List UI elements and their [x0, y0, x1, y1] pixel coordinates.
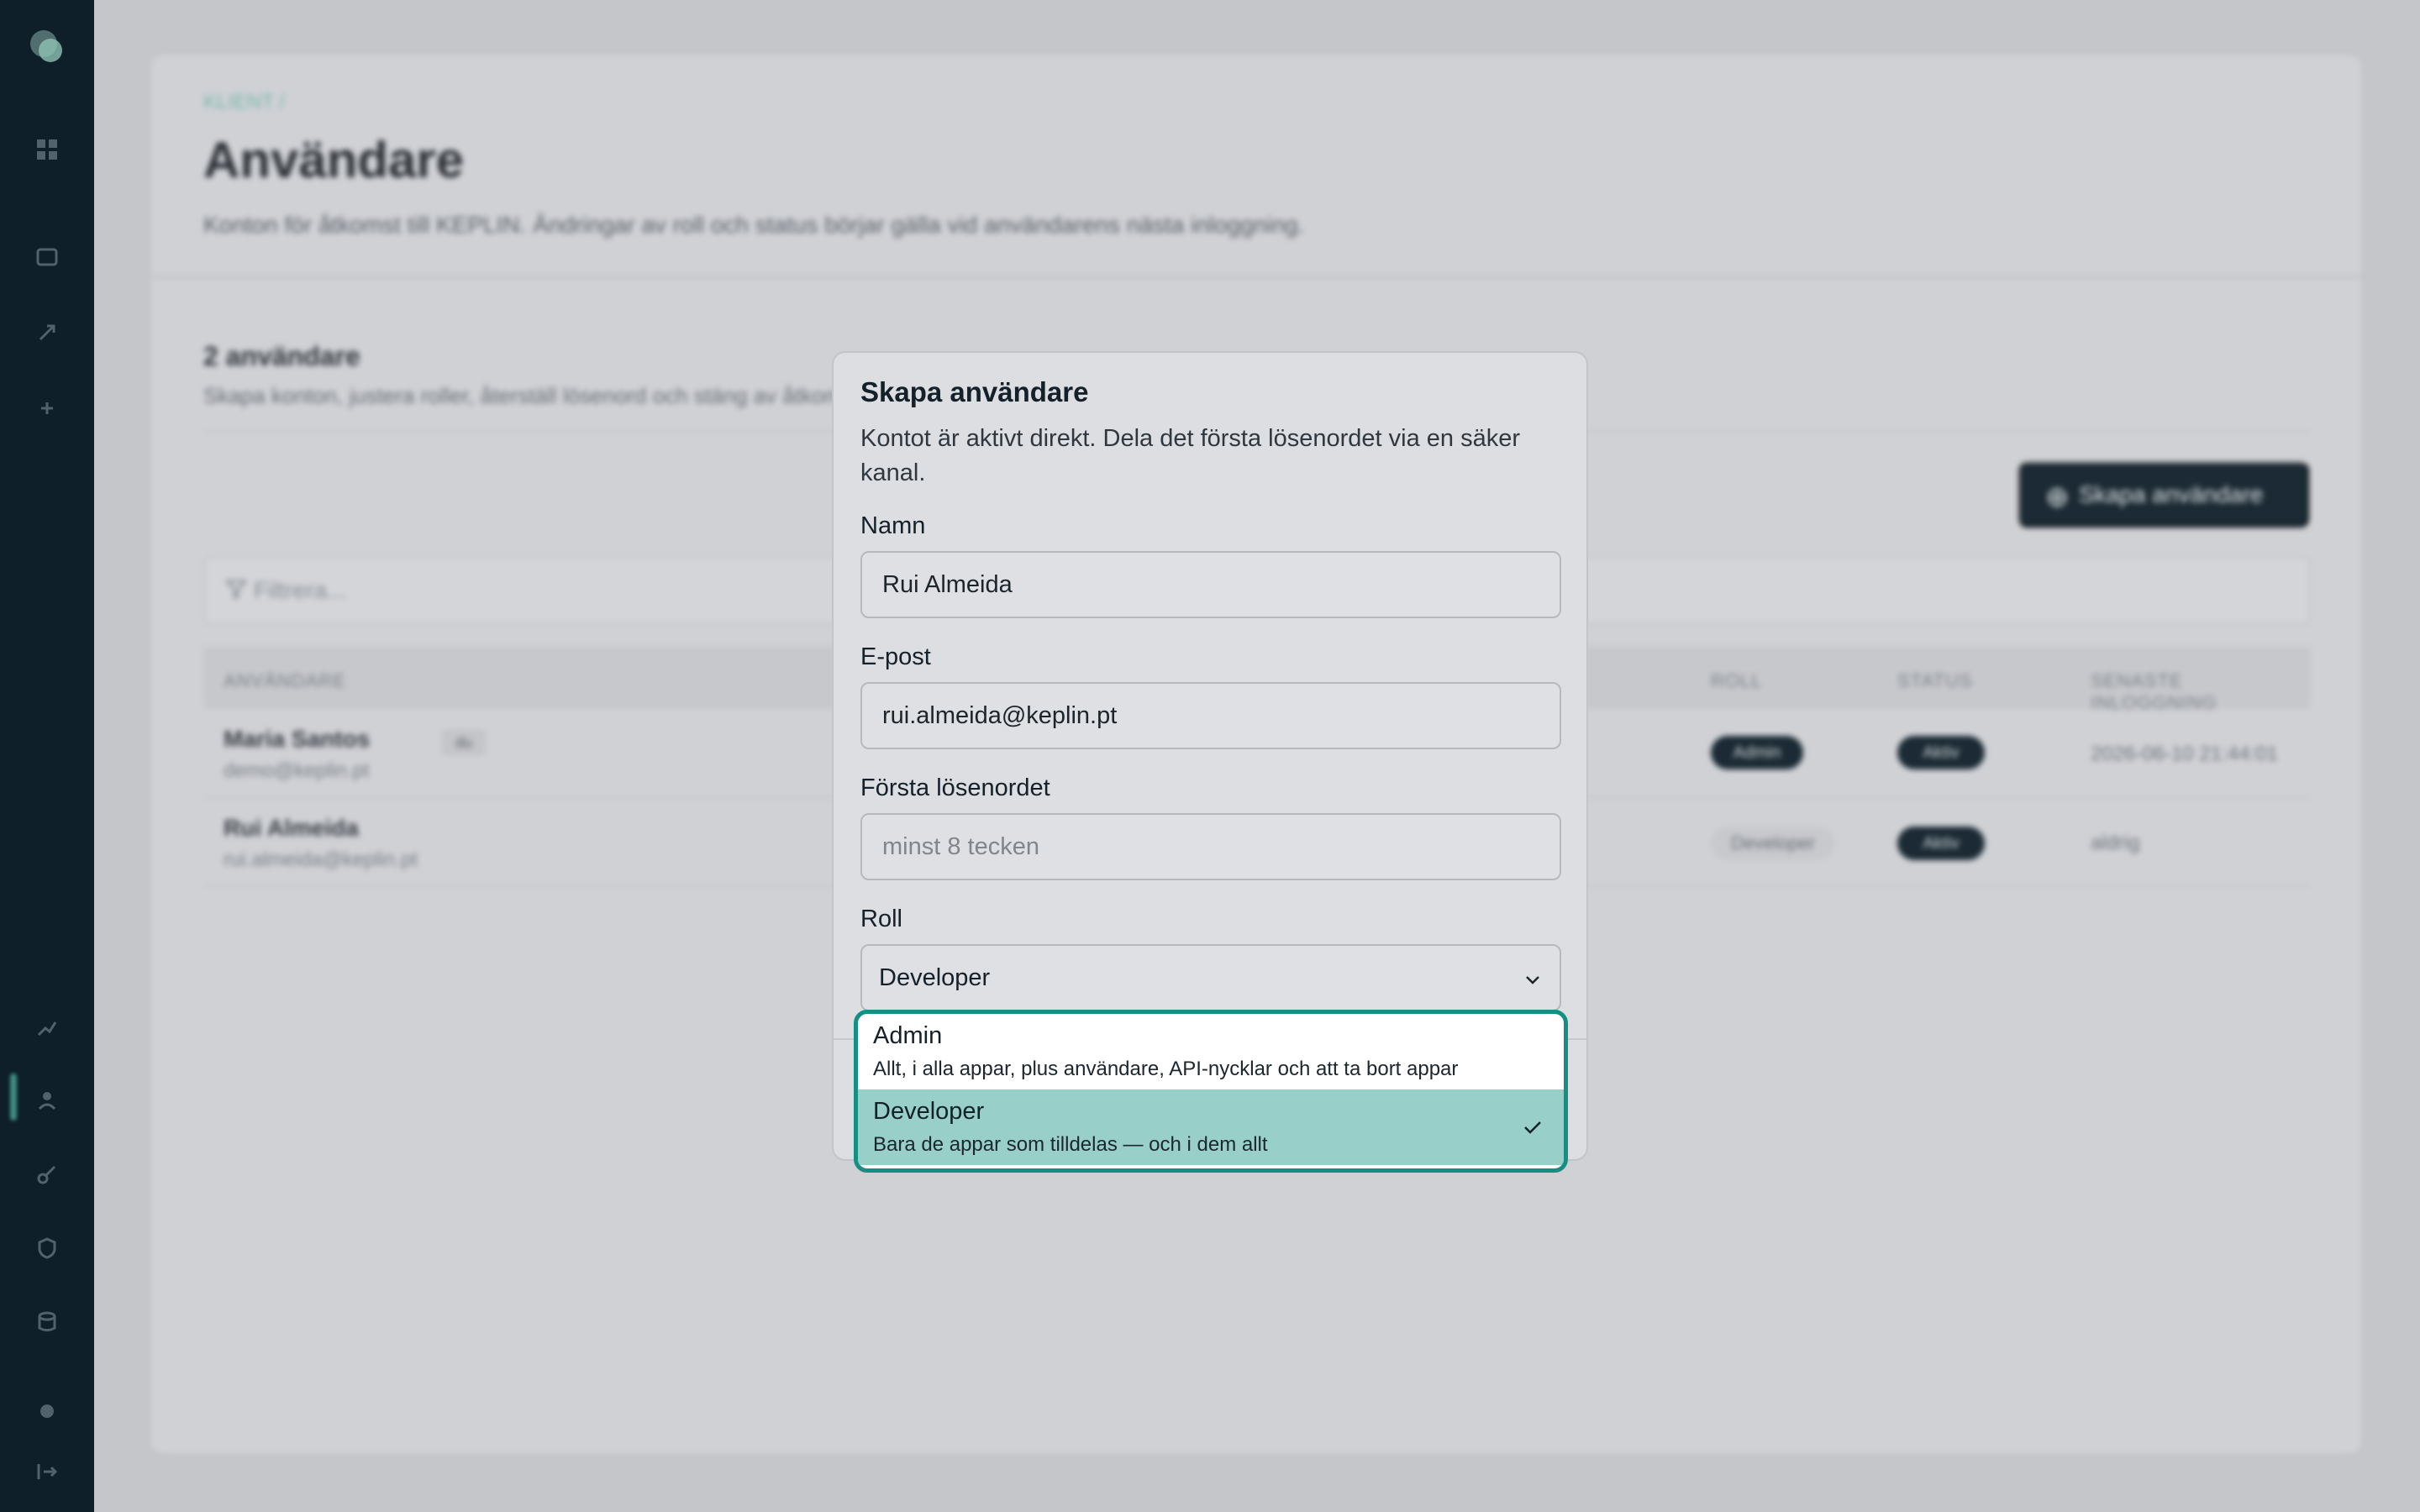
shield-icon[interactable]: [30, 1231, 64, 1265]
plus-icon: ⊕: [2045, 481, 2070, 513]
role-badge: Admin: [1711, 736, 1803, 769]
option-description: Allt, i alla appar, plus användare, API-…: [873, 1058, 1459, 1080]
user-email: rui.almeida@keplin.pt: [224, 848, 418, 871]
logout-icon[interactable]: [30, 1455, 64, 1488]
database-icon[interactable]: [30, 1305, 64, 1339]
dashboard-icon[interactable]: [30, 133, 64, 166]
user-count-title: 2 användare: [203, 341, 360, 371]
page-title: Användare: [203, 132, 465, 188]
role-select[interactable]: Developer: [860, 944, 1561, 1011]
column-header[interactable]: SENASTE INLOGGNING: [2091, 670, 2311, 714]
app-logo-icon[interactable]: [25, 25, 69, 69]
column-header[interactable]: ROLL: [1711, 670, 1762, 692]
user-name: Maria Santos: [224, 726, 371, 752]
chevron-down-icon: [1526, 976, 1539, 984]
settings-icon[interactable]: [30, 1394, 64, 1428]
checkmark-icon: [1524, 1121, 1541, 1134]
role-label: Roll: [860, 906, 902, 932]
page-subtitle: Konton för åtkomst till KEPLIN. Ändringa…: [203, 212, 1305, 238]
column-header[interactable]: STATUS: [1897, 670, 1973, 692]
option-description: Bara de appar som tilldelas — och i dem …: [873, 1133, 1268, 1156]
create-user-button[interactable]: ⊕ Skapa användare: [2018, 462, 2309, 528]
role-listbox: Admin Allt, i alla appar, plus användare…: [854, 1010, 1568, 1173]
rocket-icon[interactable]: [30, 316, 64, 349]
status-badge: Aktiv: [1897, 736, 1985, 769]
role-select-value: Developer: [879, 963, 991, 991]
password-label: Första lösenordet: [860, 774, 1050, 801]
option-title: Admin: [873, 1022, 943, 1049]
filter-icon: [224, 580, 248, 601]
role-badge: Developer: [1711, 827, 1835, 860]
sidebar: [0, 0, 94, 1512]
apps-icon[interactable]: [30, 240, 64, 274]
user-email: demo@keplin.pt: [224, 759, 370, 782]
role-option-admin[interactable]: Admin Allt, i alla appar, plus användare…: [858, 1014, 1564, 1089]
email-input[interactable]: [860, 682, 1561, 749]
last-login: aldrig: [2091, 832, 2140, 854]
active-nav-indicator: [10, 1074, 17, 1121]
password-input[interactable]: [860, 813, 1561, 880]
plus-icon[interactable]: [30, 391, 64, 425]
column-header[interactable]: ANVÄNDARE: [224, 670, 346, 692]
name-input[interactable]: [860, 551, 1561, 618]
email-label: E-post: [860, 643, 931, 670]
current-user-badge: du: [442, 729, 486, 756]
breadcrumb[interactable]: KLIENT /: [203, 91, 285, 114]
option-title: Developer: [873, 1098, 985, 1125]
key-icon[interactable]: [30, 1158, 64, 1191]
role-option-developer[interactable]: Developer Bara de appar som tilldelas — …: [858, 1089, 1564, 1165]
dialog-description: Kontot är aktivt direkt. Dela det första…: [860, 425, 1521, 486]
last-login: 2026-06-10 21:44:01: [2091, 743, 2278, 765]
divider: [151, 276, 2361, 278]
filter-placeholder: Filtrera...: [254, 577, 347, 603]
create-user-label: Skapa användare: [2079, 481, 2264, 507]
status-badge: Aktiv: [1897, 827, 1985, 860]
analytics-icon[interactable]: [30, 1011, 64, 1045]
name-label: Namn: [860, 512, 926, 539]
dialog-title: Skapa användare: [860, 376, 1089, 407]
user-count-subtitle: Skapa konton, justera roller, återställ …: [203, 383, 865, 408]
user-name: Rui Almeida: [224, 815, 359, 841]
users-icon[interactable]: [30, 1084, 64, 1117]
